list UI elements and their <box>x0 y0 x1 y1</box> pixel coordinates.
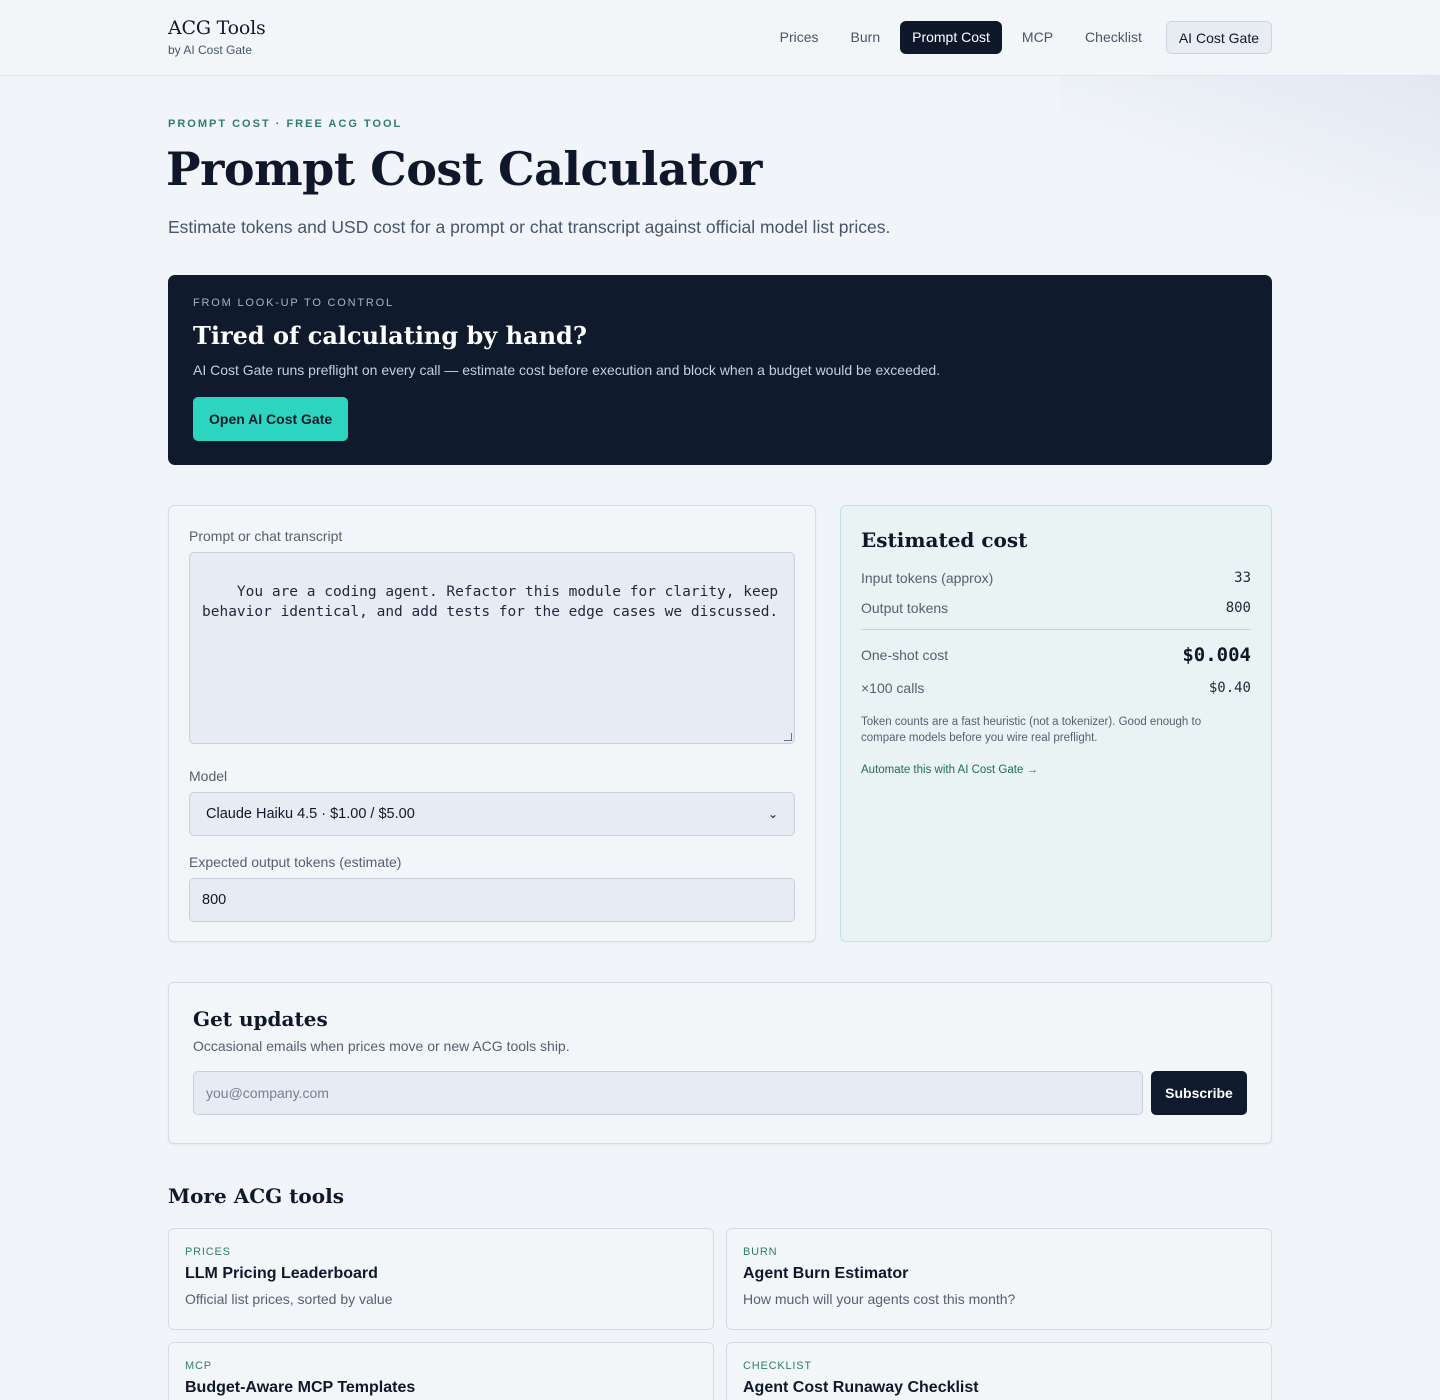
tool-card-checklist[interactable]: CHECKLIST Agent Cost Runaway Checklist <box>726 1342 1272 1400</box>
brand-title: ACG Tools <box>168 17 266 39</box>
divider <box>861 629 1251 630</box>
output-tokens-input[interactable]: 800 <box>189 878 795 922</box>
row-label: Output tokens <box>861 600 949 616</box>
main-nav: Prices Burn Prompt Cost MCP Checklist AI… <box>768 21 1272 54</box>
nav-prompt-cost[interactable]: Prompt Cost <box>900 21 1002 54</box>
hundred-calls-value: $0.40 <box>1208 680 1251 696</box>
page-title: Prompt Cost Calculator <box>166 142 762 196</box>
output-tokens-label: Expected output tokens (estimate) <box>189 854 402 870</box>
prompt-textarea[interactable]: You are a coding agent. Refactor this mo… <box>189 552 795 744</box>
promo-text: AI Cost Gate runs preflight on every cal… <box>193 362 941 378</box>
output-tokens-value: 800 <box>202 892 227 908</box>
updates-title: Get updates <box>193 1007 328 1031</box>
promo-eyebrow: FROM LOOK-UP TO CONTROL <box>193 297 394 309</box>
hundred-calls-row: ×100 calls $0.40 <box>861 680 1251 696</box>
nav-checklist[interactable]: Checklist <box>1073 21 1154 54</box>
output-tokens-row: Output tokens 800 <box>861 600 1251 616</box>
tool-name: Agent Burn Estimator <box>743 1265 909 1282</box>
tool-name: Agent Cost Runaway Checklist <box>743 1379 979 1396</box>
brand[interactable]: ACG Tools by AI Cost Gate <box>168 17 266 57</box>
nav-mcp[interactable]: MCP <box>1010 21 1065 54</box>
tool-tag: CHECKLIST <box>743 1360 812 1372</box>
tool-name: LLM Pricing Leaderboard <box>185 1265 378 1282</box>
tool-card-prices[interactable]: PRICES LLM Pricing Leaderboard Official … <box>168 1228 714 1330</box>
prompt-label: Prompt or chat transcript <box>189 528 343 544</box>
one-shot-cost-value: $0.004 <box>1182 644 1251 666</box>
estimate-note: Token counts are a fast heuristic (not a… <box>861 716 1202 744</box>
row-label: One-shot cost <box>861 647 949 663</box>
tool-tag: PRICES <box>185 1246 231 1258</box>
email-input[interactable]: you@company.com <box>193 1071 1143 1115</box>
updates-card: Get updates Occasional emails when price… <box>168 982 1272 1144</box>
model-label: Model <box>189 768 228 784</box>
calculator-card: Prompt or chat transcript You are a codi… <box>168 505 816 942</box>
email-placeholder: you@company.com <box>206 1085 329 1101</box>
tool-tag: MCP <box>185 1360 212 1372</box>
tool-card-mcp[interactable]: MCP Budget-Aware MCP Templates <box>168 1342 714 1400</box>
nav-prices[interactable]: Prices <box>768 21 831 54</box>
page-lead: Estimate tokens and USD cost for a promp… <box>168 217 891 237</box>
automate-link[interactable]: Automate this with AI Cost Gate → <box>861 764 1251 776</box>
estimate-title: Estimated cost <box>861 528 1028 552</box>
subscribe-form: you@company.com Subscribe <box>193 1071 1247 1115</box>
chevron-down-icon: ⌄ <box>767 807 778 821</box>
background-glow <box>1060 76 1440 216</box>
promo-title: Tired of calculating by hand? <box>193 321 587 350</box>
model-select[interactable]: Claude Haiku 4.5 · $1.00 / $5.00 ⌄ <box>189 792 795 836</box>
row-label: Input tokens (approx) <box>861 570 994 586</box>
updates-text: Occasional emails when prices move or ne… <box>193 1038 570 1054</box>
page-eyebrow: PROMPT COST · FREE ACG TOOL <box>168 118 403 130</box>
promo-banner: FROM LOOK-UP TO CONTROL Tired of calcula… <box>168 275 1272 465</box>
one-shot-cost-row: One-shot cost $0.004 <box>861 644 1251 666</box>
subscribe-button[interactable]: Subscribe <box>1151 1071 1247 1115</box>
estimate-card: Estimated cost Input tokens (approx) 33 … <box>840 505 1272 942</box>
input-tokens-value: 33 <box>1234 570 1251 586</box>
tool-tag: BURN <box>743 1246 778 1258</box>
brand-subtitle: by AI Cost Gate <box>168 43 253 57</box>
model-select-value: Claude Haiku 4.5 · $1.00 / $5.00 <box>206 806 415 822</box>
open-ai-cost-gate-button[interactable]: Open AI Cost Gate <box>193 397 349 441</box>
row-label: ×100 calls <box>861 680 925 696</box>
tool-desc: How much will your agents cost this mont… <box>743 1291 1016 1307</box>
nav-burn[interactable]: Burn <box>839 21 893 54</box>
input-tokens-row: Input tokens (approx) 33 <box>861 570 1251 586</box>
resize-handle[interactable] <box>784 733 792 741</box>
output-tokens-result: 800 <box>1225 600 1251 616</box>
ai-cost-gate-button[interactable]: AI Cost Gate <box>1165 21 1272 54</box>
tool-card-burn[interactable]: BURN Agent Burn Estimator How much will … <box>726 1228 1272 1330</box>
prompt-text: You are a coding agent. Refactor this mo… <box>202 584 779 620</box>
tool-desc: Official list prices, sorted by value <box>185 1291 393 1307</box>
tool-name: Budget-Aware MCP Templates <box>185 1379 416 1396</box>
top-bar: ACG Tools by AI Cost Gate Prices Burn Pr… <box>0 0 1440 76</box>
more-tools-title: More ACG tools <box>168 1184 344 1208</box>
